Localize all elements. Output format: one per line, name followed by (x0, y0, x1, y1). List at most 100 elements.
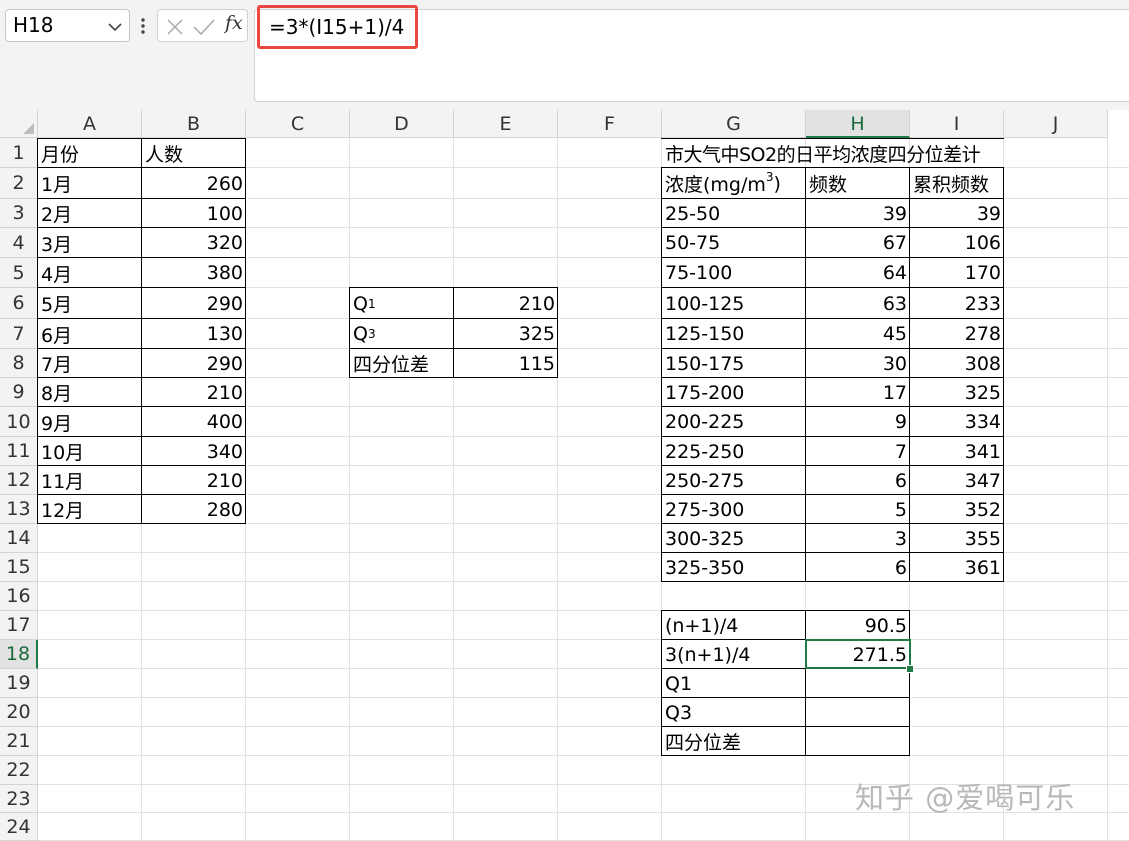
month-cell[interactable]: 9月 (38, 407, 142, 437)
fill-handle[interactable] (906, 665, 914, 673)
position-label-cell[interactable]: Q1 (662, 669, 806, 698)
cumulative-cell[interactable]: 325 (910, 378, 1004, 407)
column-header-h[interactable]: H (806, 110, 910, 138)
month-cell[interactable]: 7月 (38, 349, 142, 378)
range-cell[interactable]: 125-150 (662, 319, 806, 349)
count-cell[interactable]: 320 (142, 228, 246, 258)
month-cell[interactable]: 1月 (38, 168, 142, 199)
position-label-cell[interactable]: (n+1)/4 (662, 611, 806, 640)
row-header-21[interactable]: 21 (0, 727, 38, 756)
row-header-9[interactable]: 9 (0, 378, 38, 407)
row-header-11[interactable]: 11 (0, 437, 38, 466)
cumulative-cell[interactable]: 347 (910, 466, 1004, 495)
row-header-8[interactable]: 8 (0, 349, 38, 378)
range-cell[interactable]: 25-50 (662, 199, 806, 228)
position-value-cell[interactable] (806, 698, 910, 727)
row-header-19[interactable]: 19 (0, 669, 38, 698)
header-month[interactable]: 月份 (38, 139, 142, 167)
frequency-cell[interactable]: 39 (806, 199, 910, 228)
row-header-18[interactable]: 18 (0, 640, 38, 669)
frequency-cell[interactable]: 67 (806, 228, 910, 258)
column-header-f[interactable]: F (558, 110, 662, 138)
column-header-e[interactable]: E (454, 110, 558, 138)
cumulative-cell[interactable]: 352 (910, 495, 1004, 524)
count-cell[interactable]: 100 (142, 199, 246, 228)
frequency-cell[interactable]: 64 (806, 258, 910, 288)
frequency-cell[interactable]: 30 (806, 349, 910, 378)
header-concentration[interactable]: 浓度(mg/m 3) (662, 168, 806, 199)
row-header-5[interactable]: 5 (0, 258, 38, 288)
row-header-7[interactable]: 7 (0, 319, 38, 349)
count-cell[interactable]: 130 (142, 319, 246, 349)
row-header-2[interactable]: 2 (0, 168, 38, 199)
column-header-g[interactable]: G (662, 110, 806, 138)
cumulative-cell[interactable]: 106 (910, 228, 1004, 258)
month-cell[interactable]: 8月 (38, 378, 142, 407)
month-cell[interactable]: 4月 (38, 258, 142, 288)
range-cell[interactable]: 100-125 (662, 288, 806, 319)
row-header-22[interactable]: 22 (0, 756, 38, 785)
count-cell[interactable]: 290 (142, 349, 246, 378)
row-header-24[interactable]: 24 (0, 813, 38, 841)
cancel-icon[interactable] (166, 17, 184, 37)
row-header-4[interactable]: 4 (0, 228, 38, 258)
count-cell[interactable]: 260 (142, 168, 246, 199)
range-cell[interactable]: 75-100 (662, 258, 806, 288)
column-header-c[interactable]: C (246, 110, 350, 138)
position-label-cell[interactable]: 四分位差 (662, 727, 806, 756)
row-header-10[interactable]: 10 (0, 407, 38, 437)
count-cell[interactable]: 280 (142, 495, 246, 524)
range-cell[interactable]: 225-250 (662, 437, 806, 466)
header-cumulative[interactable]: 累积频数 (910, 168, 1004, 199)
frequency-cell[interactable]: 6 (806, 553, 910, 582)
frequency-cell[interactable]: 45 (806, 319, 910, 349)
row-header-20[interactable]: 20 (0, 698, 38, 727)
position-label-cell[interactable]: 3(n+1)/4 (662, 640, 806, 669)
row-header-14[interactable]: 14 (0, 524, 38, 553)
range-cell[interactable]: 300-325 (662, 524, 806, 553)
cumulative-cell[interactable]: 361 (910, 553, 1004, 582)
row-header-6[interactable]: 6 (0, 288, 38, 319)
count-cell[interactable]: 340 (142, 437, 246, 466)
count-cell[interactable]: 210 (142, 378, 246, 407)
cumulative-cell[interactable]: 278 (910, 319, 1004, 349)
count-cell[interactable]: 380 (142, 258, 246, 288)
name-box[interactable]: H18 (5, 9, 130, 42)
range-cell[interactable]: 275-300 (662, 495, 806, 524)
column-header-i[interactable]: I (910, 110, 1004, 138)
count-cell[interactable]: 400 (142, 407, 246, 437)
frequency-cell[interactable]: 3 (806, 524, 910, 553)
month-cell[interactable]: 3月 (38, 228, 142, 258)
row-header-13[interactable]: 13 (0, 495, 38, 524)
column-header-j[interactable]: J (1004, 110, 1108, 138)
frequency-cell[interactable]: 63 (806, 288, 910, 319)
row-header-15[interactable]: 15 (0, 553, 38, 582)
row-header-1[interactable]: 1 (0, 138, 38, 168)
cumulative-cell[interactable]: 39 (910, 199, 1004, 228)
select-all-corner[interactable] (0, 110, 38, 138)
frequency-cell[interactable]: 7 (806, 437, 910, 466)
row-header-3[interactable]: 3 (0, 199, 38, 228)
frequency-cell[interactable]: 9 (806, 407, 910, 437)
row-header-12[interactable]: 12 (0, 466, 38, 495)
row-header-16[interactable]: 16 (0, 582, 38, 611)
cumulative-cell[interactable]: 341 (910, 437, 1004, 466)
range-cell[interactable]: 50-75 (662, 228, 806, 258)
position-value-cell[interactable]: 90.5 (806, 611, 910, 640)
q1-label[interactable]: Q1 (350, 288, 454, 319)
header-count[interactable]: 人数 (142, 139, 246, 167)
count-cell[interactable]: 210 (142, 466, 246, 495)
more-options-icon[interactable] (139, 15, 147, 37)
month-cell[interactable]: 12月 (38, 495, 142, 524)
position-label-cell[interactable]: Q3 (662, 698, 806, 727)
row-header-17[interactable]: 17 (0, 611, 38, 640)
month-cell[interactable]: 5月 (38, 288, 142, 319)
range-cell[interactable]: 175-200 (662, 378, 806, 407)
frequency-cell[interactable]: 6 (806, 466, 910, 495)
range-cell[interactable]: 200-225 (662, 407, 806, 437)
cumulative-cell[interactable]: 233 (910, 288, 1004, 319)
column-header-b[interactable]: B (142, 110, 246, 138)
column-header-d[interactable]: D (350, 110, 454, 138)
q3-label[interactable]: Q3 (350, 319, 454, 349)
position-value-cell[interactable] (806, 669, 910, 698)
